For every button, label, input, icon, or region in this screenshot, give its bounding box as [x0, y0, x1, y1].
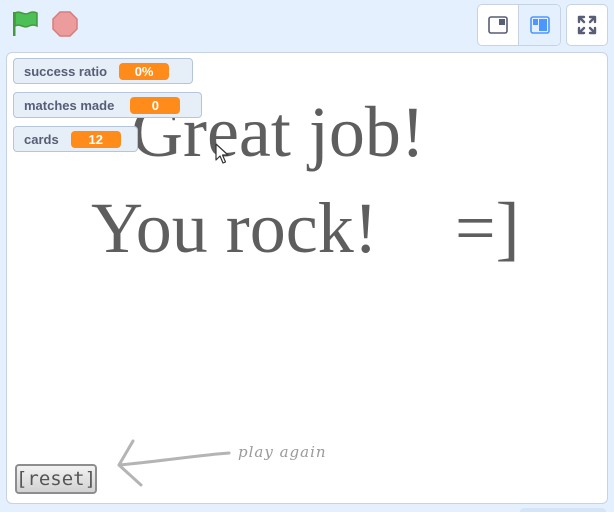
bottom-edge-tab	[520, 508, 606, 512]
play-again-hint: play again	[238, 443, 327, 461]
stage-layout-toggle	[477, 4, 561, 46]
monitor-value: 12	[70, 130, 121, 148]
stop-sign-icon[interactable]	[51, 10, 79, 38]
monitor-cards: cards 12	[13, 126, 138, 152]
monitor-label: cards	[24, 131, 59, 147]
monitor-label: success ratio	[24, 63, 108, 79]
normal-stage-layout-icon	[529, 16, 550, 34]
fullscreen-icon	[577, 15, 597, 35]
you-rock-text: You rock!	[91, 188, 378, 268]
normal-stage-button[interactable]	[519, 5, 560, 45]
mouse-cursor-icon	[215, 143, 229, 164]
fullscreen-button[interactable]	[566, 4, 608, 46]
monitor-value: 0%	[119, 62, 170, 80]
arrow-icon	[117, 439, 231, 487]
monitor-label: matches made	[24, 97, 115, 113]
reset-button[interactable]: [reset]	[15, 464, 97, 494]
stage[interactable]: Great job! You rock! =] success ratio 0%…	[6, 52, 608, 504]
monitor-success-ratio: success ratio 0%	[13, 58, 193, 84]
monitor-value: 0	[130, 96, 181, 114]
green-flag-icon[interactable]	[10, 10, 40, 38]
small-stage-layout-icon	[488, 16, 508, 34]
smiley-text: =]	[455, 188, 520, 268]
monitor-matches-made: matches made 0	[13, 92, 202, 118]
small-stage-button[interactable]	[478, 5, 520, 45]
